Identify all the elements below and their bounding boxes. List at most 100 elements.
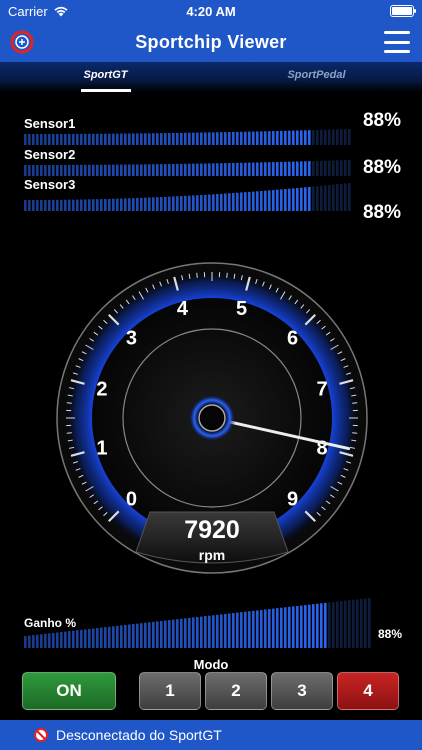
level-segment xyxy=(180,163,183,176)
level-segment xyxy=(140,133,143,145)
level-segment xyxy=(240,192,243,211)
level-segment xyxy=(84,629,87,648)
level-segment xyxy=(324,160,327,176)
level-segment xyxy=(56,632,59,648)
gain-level-bar[interactable] xyxy=(24,598,374,648)
level-segment xyxy=(252,191,255,211)
level-segment xyxy=(200,132,203,145)
level-segment xyxy=(144,622,147,648)
level-segment xyxy=(208,615,211,648)
level-segment xyxy=(100,164,103,176)
level-segment xyxy=(220,193,223,211)
level-segment xyxy=(176,196,179,211)
level-segment xyxy=(236,612,239,648)
level-segment xyxy=(44,164,47,176)
level-segment xyxy=(168,196,171,211)
level-segment xyxy=(28,164,31,176)
sensor-level-bar xyxy=(24,160,351,176)
level-segment xyxy=(36,634,39,648)
mode-2-button[interactable]: 2 xyxy=(205,672,267,710)
level-segment xyxy=(80,629,83,648)
sensor-value: 88% xyxy=(362,110,401,131)
level-segment xyxy=(260,131,263,145)
level-segment xyxy=(164,133,167,145)
mode-1-button[interactable]: 1 xyxy=(139,672,201,710)
level-segment xyxy=(236,131,239,145)
level-segment xyxy=(180,618,183,648)
level-segment xyxy=(276,161,279,176)
level-segment xyxy=(244,162,247,176)
level-segment xyxy=(128,133,131,145)
level-segment xyxy=(212,132,215,145)
tab-bar: SportGT SportPedal xyxy=(0,62,422,92)
level-segment xyxy=(336,160,339,176)
level-segment xyxy=(60,199,63,211)
level-segment xyxy=(328,160,331,176)
level-segment xyxy=(312,604,315,648)
level-segment xyxy=(124,198,127,211)
level-segment xyxy=(228,193,231,211)
level-segment xyxy=(280,130,283,145)
level-segment xyxy=(292,161,295,176)
level-segment xyxy=(192,195,195,211)
rpm-gauge-dial: 01234 56789 7920 rpm xyxy=(56,262,368,574)
level-segment xyxy=(48,633,51,648)
tab-sportpedal[interactable]: SportPedal xyxy=(211,62,422,92)
level-segment xyxy=(120,133,123,145)
level-segment xyxy=(112,164,115,176)
level-segment xyxy=(312,130,315,145)
level-segment xyxy=(56,133,59,145)
level-segment xyxy=(128,164,131,176)
level-segment xyxy=(136,197,139,211)
level-segment xyxy=(252,610,255,648)
level-segment xyxy=(68,133,71,145)
wifi-icon xyxy=(54,6,68,17)
sensor-level-bar xyxy=(24,183,351,211)
level-segment xyxy=(296,161,299,176)
level-segment xyxy=(296,605,299,648)
level-segment xyxy=(304,605,307,648)
rpm-gauge: 0123456789 7920 rpm xyxy=(56,262,368,574)
level-segment xyxy=(284,189,287,211)
level-segment xyxy=(204,132,207,145)
level-segment xyxy=(308,604,311,648)
tab-sportgt[interactable]: SportGT xyxy=(0,62,211,92)
level-segment xyxy=(140,623,143,648)
level-segment xyxy=(248,131,251,145)
level-segment xyxy=(196,617,199,648)
level-segment xyxy=(300,187,303,211)
mode-3-button[interactable]: 3 xyxy=(271,672,333,710)
level-segment xyxy=(72,164,75,176)
on-button[interactable]: ON xyxy=(22,672,116,710)
hamburger-menu-icon[interactable] xyxy=(384,31,410,53)
level-segment xyxy=(144,197,147,211)
level-segment xyxy=(156,621,159,648)
level-segment xyxy=(228,613,231,648)
level-segment xyxy=(224,132,227,145)
level-segment xyxy=(172,132,175,145)
level-segment xyxy=(348,183,351,211)
level-segment xyxy=(364,598,367,648)
sensor-value: 88% xyxy=(362,157,401,178)
level-segment xyxy=(352,599,355,648)
battery-icon xyxy=(390,5,416,17)
level-segment xyxy=(292,606,295,648)
level-segment xyxy=(316,160,319,176)
level-segment xyxy=(304,187,307,211)
level-segment xyxy=(324,185,327,211)
level-segment xyxy=(80,164,83,176)
level-segment xyxy=(208,132,211,145)
level-segment xyxy=(100,199,103,211)
level-segment xyxy=(104,627,107,648)
level-segment xyxy=(312,186,315,211)
level-segment xyxy=(340,129,343,145)
level-segment xyxy=(64,199,67,211)
level-segment xyxy=(60,133,63,145)
level-segment xyxy=(224,163,227,176)
level-segment xyxy=(140,164,143,176)
level-segment xyxy=(52,199,55,211)
level-segment xyxy=(128,198,131,211)
level-segment xyxy=(72,630,75,648)
level-segment xyxy=(36,133,39,145)
mode-4-button[interactable]: 4 xyxy=(337,672,399,710)
